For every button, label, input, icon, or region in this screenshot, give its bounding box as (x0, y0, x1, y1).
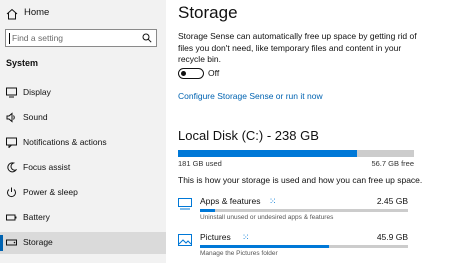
sidebar-item-label: Battery (23, 212, 50, 222)
storage-icon (6, 239, 17, 246)
disk-used-label: 181 GB used (178, 159, 222, 168)
category-usage-fill (200, 209, 215, 212)
sidebar-item-storage[interactable]: Storage (0, 232, 166, 254)
battery-icon (6, 214, 17, 221)
category-name: Apps & features (200, 196, 261, 206)
sidebar-item-label: Sound (23, 112, 48, 122)
usage-description: This is how your storage is used and how… (178, 175, 423, 185)
toggle-state-label: Off (208, 68, 220, 78)
sidebar-item-battery[interactable]: Battery (0, 207, 166, 229)
loading-spinner-icon: ⁙ (269, 196, 277, 206)
category-pictures[interactable]: Pictures ⁙ 45.9 GB Manage the Pictures f… (178, 232, 414, 262)
notifications-icon (6, 137, 17, 148)
sidebar-item-label: Power & sleep (23, 187, 78, 197)
category-size: 2.45 GB (376, 196, 408, 206)
power-icon (7, 187, 16, 198)
disk-usage-bar (178, 150, 414, 157)
search-placeholder: Find a setting (12, 33, 64, 43)
section-title: System (6, 58, 39, 68)
focus-assist-icon (7, 162, 17, 173)
search-input[interactable]: Find a setting (5, 29, 157, 47)
disk-usage-fill (178, 150, 358, 157)
apps-icon (178, 198, 192, 210)
category-usage-fill (200, 245, 329, 248)
sidebar-item-label: Focus assist (23, 162, 71, 172)
disk-free-label: 56.7 GB free (371, 159, 414, 168)
loading-spinner-icon: ⁙ (242, 232, 250, 242)
sidebar-item-power-sleep[interactable]: Power & sleep (0, 182, 166, 204)
category-subtitle: Manage the Pictures folder (200, 250, 278, 257)
category-usage-bar (200, 209, 408, 212)
home-nav-item[interactable]: Home (0, 3, 166, 25)
home-icon (6, 8, 18, 20)
storage-sense-toggle[interactable] (178, 68, 204, 79)
home-label: Home (24, 7, 50, 18)
configure-storage-sense-link[interactable]: Configure Storage Sense or run it now (178, 91, 323, 101)
sound-icon (6, 112, 15, 123)
pictures-icon (178, 234, 192, 246)
category-size: 45.9 GB (376, 232, 408, 242)
sidebar-item-label: Notifications & actions (23, 137, 107, 147)
page-title: Storage (178, 3, 238, 22)
category-usage-bar (200, 245, 408, 248)
storage-page: Storage Storage Sense can automatically … (166, 0, 474, 263)
category-name: Pictures (200, 232, 231, 242)
disk-title: Local Disk (C:) - 238 GB (178, 128, 319, 143)
sidebar-item-notifications[interactable]: Notifications & actions (0, 132, 166, 154)
toggle-knob (181, 70, 186, 76)
sidebar: Home Find a setting System Display Sound… (0, 0, 166, 263)
search-icon[interactable] (142, 33, 152, 43)
category-subtitle: Uninstall unused or undesired apps & fea… (200, 214, 334, 221)
storage-sense-description: Storage Sense can automatically free up … (178, 31, 417, 64)
sidebar-item-display[interactable]: Display (0, 82, 166, 104)
sidebar-item-label: Storage (23, 237, 53, 247)
text-caret (9, 33, 10, 44)
category-apps-features[interactable]: Apps & features ⁙ 2.45 GB Uninstall unus… (178, 196, 414, 226)
sidebar-item-sound[interactable]: Sound (0, 107, 166, 129)
sidebar-item-focus-assist[interactable]: Focus assist (0, 157, 166, 179)
sidebar-item-label: Display (23, 87, 51, 97)
display-icon (6, 87, 17, 98)
